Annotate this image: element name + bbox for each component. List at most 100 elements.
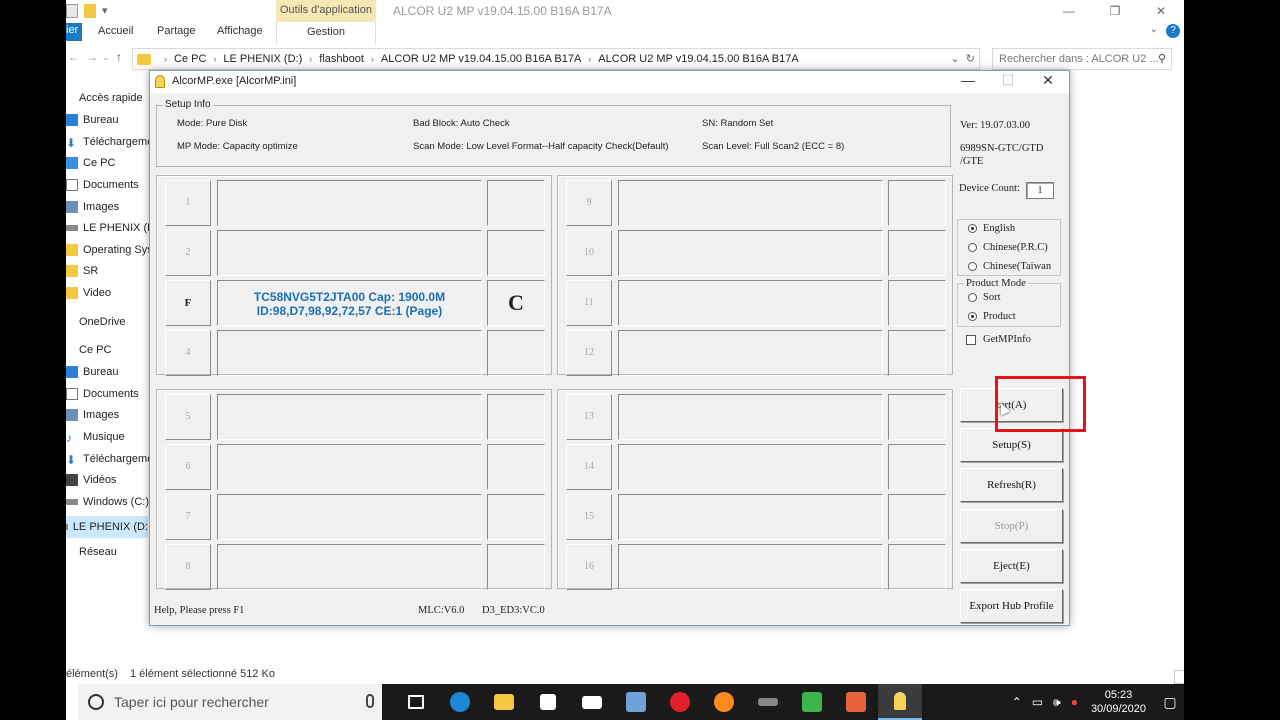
breadcrumb-item[interactable]: ALCOR U2 MP v19.04.15.00 B16A B17A bbox=[381, 53, 581, 65]
chip-model-text: 6989SN-GTC/GTD bbox=[960, 143, 1044, 154]
setup-button[interactable]: Setup(S) bbox=[960, 428, 1063, 462]
port-status bbox=[888, 544, 946, 590]
tab-share[interactable]: Partage bbox=[157, 25, 196, 37]
address-bar[interactable]: › Ce PC › LE PHENIX (D:) › flashboot › A… bbox=[132, 48, 980, 70]
nav-item-this-pc-root[interactable]: Ce PC bbox=[68, 344, 111, 356]
expand-ribbon-icon[interactable]: ⌄ bbox=[1150, 24, 1158, 35]
clock[interactable]: 05:23 30/09/2020 bbox=[1091, 688, 1146, 716]
network-app-icon[interactable] bbox=[614, 684, 658, 720]
nav-item-videos[interactable]: Vidéos bbox=[66, 474, 116, 486]
device-count-field[interactable]: 1 bbox=[1026, 182, 1054, 199]
port-info bbox=[217, 330, 482, 376]
search-input[interactable]: Rechercher dans : ALCOR U2 ... ⚲ bbox=[992, 48, 1172, 70]
camtasia-recorder-icon[interactable] bbox=[834, 684, 878, 720]
minimize-icon[interactable]: — bbox=[1046, 0, 1092, 22]
breadcrumb-item[interactable]: ALCOR U2 MP v19.04.15.00 B16A B17A bbox=[598, 53, 798, 65]
radio-chinese-taiwan[interactable]: Chinese(Taiwan bbox=[968, 261, 1051, 272]
large-icons-view-icon[interactable] bbox=[1174, 670, 1184, 684]
nav-item-operating-system[interactable]: Operating Sys bbox=[66, 244, 153, 256]
chevron-up-icon[interactable]: ⌃ bbox=[1012, 695, 1022, 709]
music-icon: ♪ bbox=[66, 431, 72, 445]
breadcrumb-item[interactable]: Ce PC bbox=[174, 53, 206, 65]
nav-item-downloads-2[interactable]: ⬇ Téléchargeme bbox=[66, 453, 153, 467]
camtasia-icon[interactable] bbox=[790, 684, 834, 720]
nav-item-desktop-2[interactable]: Bureau bbox=[66, 366, 118, 378]
nav-item-music[interactable]: ♪ Musique bbox=[66, 431, 125, 445]
eject-button[interactable]: Eject(E) bbox=[960, 549, 1063, 583]
opera-icon[interactable] bbox=[658, 684, 702, 720]
nav-item-drive-d-selected[interactable]: LE PHENIX (D: bbox=[66, 516, 148, 538]
port-info bbox=[618, 394, 883, 440]
chevron-down-icon[interactable]: ▾ bbox=[102, 4, 110, 18]
port-info bbox=[217, 180, 482, 226]
port-number: 9 bbox=[566, 180, 612, 226]
refresh-icon[interactable]: ↻ bbox=[966, 53, 975, 65]
breadcrumb-separator-icon: › bbox=[588, 54, 592, 64]
getmpinfo-checkbox[interactable]: GetMPInfo bbox=[966, 334, 1031, 345]
breadcrumb-item[interactable]: flashboot bbox=[319, 53, 364, 65]
alcormp-taskbar-icon[interactable] bbox=[878, 684, 922, 720]
nav-item-onedrive[interactable]: OneDrive bbox=[68, 316, 125, 328]
nav-item-video[interactable]: Video bbox=[66, 287, 111, 299]
drive-icon bbox=[66, 499, 78, 505]
edge-icon[interactable] bbox=[438, 684, 482, 720]
nav-item-drive-d[interactable]: LE PHENIX (D: bbox=[66, 222, 158, 234]
file-explorer-icon[interactable] bbox=[482, 684, 526, 720]
forward-icon[interactable]: → bbox=[86, 50, 98, 64]
notification-icon[interactable]: ▢ bbox=[1156, 684, 1184, 720]
battery-icon[interactable]: ▭ bbox=[1032, 695, 1043, 709]
port-status bbox=[487, 494, 545, 540]
microphone-icon[interactable] bbox=[366, 694, 374, 708]
tab-home[interactable]: Accueil bbox=[98, 25, 133, 37]
nav-item-drive-c[interactable]: Windows (C:) bbox=[66, 496, 149, 508]
tab-file[interactable]: ier bbox=[66, 23, 82, 41]
radio-english[interactable]: English bbox=[968, 223, 1015, 234]
breadcrumb-item[interactable]: LE PHENIX (D:) bbox=[223, 53, 302, 65]
network-icon[interactable]: ● bbox=[1071, 695, 1078, 709]
back-icon[interactable]: ← bbox=[68, 50, 80, 64]
task-view-icon[interactable] bbox=[394, 684, 438, 720]
help-icon[interactable]: ? bbox=[1166, 24, 1180, 38]
tab-manage[interactable]: Gestion bbox=[276, 22, 376, 44]
tab-app-tools[interactable]: Outils d'application bbox=[276, 0, 376, 22]
nav-item-quick-access[interactable]: Accès rapide bbox=[68, 92, 143, 104]
minimize-icon[interactable]: — bbox=[948, 72, 988, 88]
taskbar-search-placeholder: Taper ici pour rechercher bbox=[114, 694, 269, 710]
close-icon[interactable]: ✕ bbox=[1138, 0, 1184, 22]
nav-item-images[interactable]: Images bbox=[66, 201, 119, 213]
taskbar-search[interactable]: Taper ici pour rechercher bbox=[78, 684, 382, 720]
tab-view[interactable]: Affichage bbox=[217, 25, 263, 37]
nav-item-documents-2[interactable]: Documents bbox=[66, 388, 139, 400]
usb-tool-icon[interactable] bbox=[746, 684, 790, 720]
nav-item-documents[interactable]: Documents bbox=[66, 179, 139, 191]
search-tool-icon[interactable] bbox=[702, 684, 746, 720]
port-info bbox=[618, 230, 883, 276]
nav-label: OneDrive bbox=[79, 316, 126, 328]
export-hub-profile-button[interactable]: Export Hub Profile bbox=[960, 589, 1063, 623]
stop-button[interactable]: Stop(P) bbox=[960, 509, 1063, 543]
nav-item-network[interactable]: Réseau bbox=[68, 546, 117, 558]
nav-item-desktop[interactable]: Bureau bbox=[66, 114, 118, 126]
recent-chevron-icon[interactable]: ⌄ bbox=[102, 52, 110, 63]
refresh-button[interactable]: Refresh(R) bbox=[960, 468, 1063, 502]
nav-item-images-2[interactable]: Images bbox=[66, 409, 119, 421]
window-controls: — ❐ ✕ bbox=[1046, 0, 1184, 22]
radio-sort[interactable]: Sort bbox=[968, 292, 1001, 303]
nav-item-downloads[interactable]: ⬇ Téléchargeme bbox=[66, 136, 153, 150]
properties-icon[interactable] bbox=[66, 4, 78, 18]
up-icon[interactable]: ↑ bbox=[116, 50, 122, 64]
store-icon[interactable] bbox=[526, 684, 570, 720]
radio-product[interactable]: Product bbox=[968, 311, 1016, 322]
nav-item-this-pc[interactable]: Ce PC bbox=[66, 157, 115, 169]
radio-chinese-prc[interactable]: Chinese(P.R.C) bbox=[968, 242, 1048, 253]
nav-item-sr[interactable]: SR bbox=[66, 265, 98, 277]
volume-icon[interactable]: 🕪 bbox=[1053, 695, 1061, 710]
restore-icon[interactable]: ❐ bbox=[1092, 0, 1138, 22]
mail-icon[interactable] bbox=[570, 684, 614, 720]
port-status bbox=[888, 494, 946, 540]
close-icon[interactable]: ✕ bbox=[1028, 72, 1068, 89]
nav-label: Windows (C:) bbox=[83, 496, 150, 508]
drive-icon bbox=[66, 225, 78, 231]
folder-icon[interactable] bbox=[84, 4, 96, 18]
chevron-down-icon[interactable]: ⌄ bbox=[950, 53, 959, 65]
